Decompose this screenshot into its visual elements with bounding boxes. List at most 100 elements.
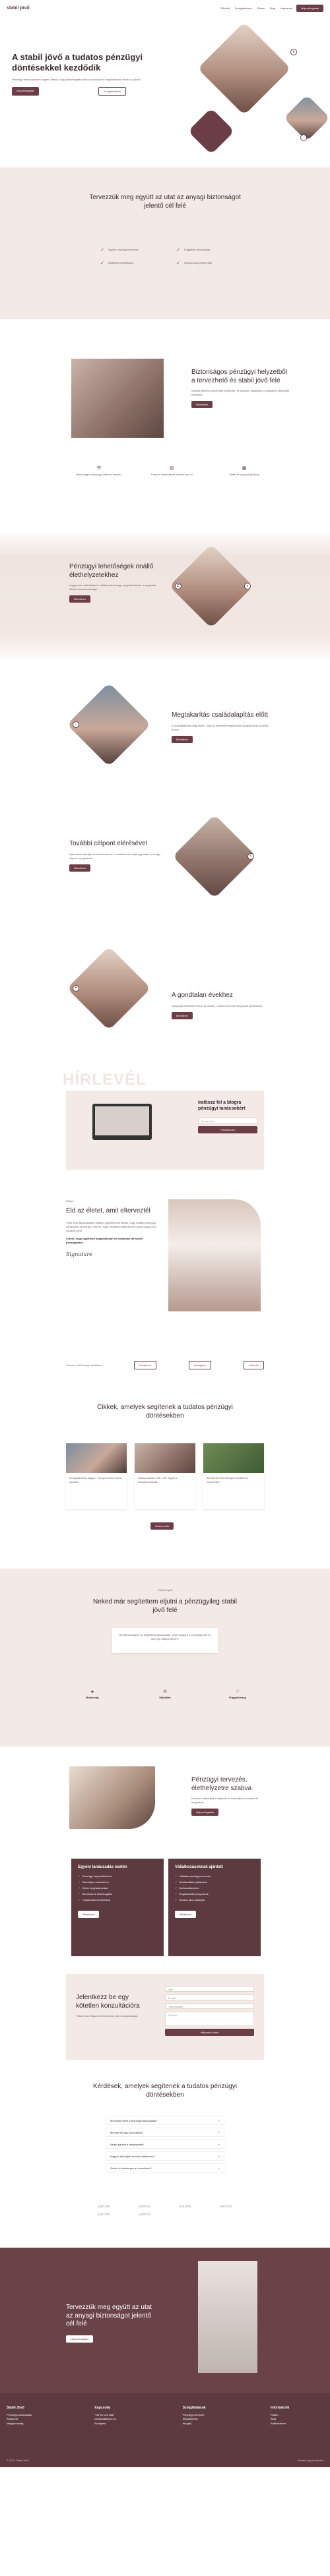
check-icon: ✓ [100, 261, 104, 266]
s3-text: A családalapítás nagy lépés – egy jól fe… [172, 723, 269, 731]
cta-button[interactable]: Időpontfoglalás [66, 2335, 94, 2343]
contact-text: Töltsd ki az űrlapot és felveszem veled … [76, 2014, 139, 2018]
footer-link[interactable]: Adatvédelem [271, 2422, 323, 2426]
social-link[interactable]: Facebook [134, 1361, 156, 1369]
about-bold-text: Célom, hogy ügyfeleim magabiztosan és tu… [66, 1236, 143, 1244]
check-icon: ✓ [100, 248, 104, 253]
service-card-individual: Egyéni tanácsadás esetén ✓ Pénzügyi helyz… [71, 1859, 164, 1956]
nav-links: Főoldal Szolgáltatások Rólam Blog Kapcso… [221, 7, 292, 10]
chart-icon: ▤ [169, 466, 174, 471]
faq-question: Hogyan készüljek az első találkozóra? [110, 2154, 155, 2158]
faq-item[interactable]: Kinek ajánlott a tanácsadás? + [106, 2140, 224, 2149]
check-icon: ✓ [175, 1898, 178, 1902]
services-section: Egyéni tanácsadás esetén ✓ Pénzügyi helyz… [0, 1845, 330, 1967]
navbar: stabil jövő Főoldal Szolgáltatások Rólam… [0, 0, 330, 16]
phone-field[interactable]: Telefonszám [165, 2003, 254, 2009]
about-title: Éld az életet, amit elterveztél [66, 1207, 150, 1214]
social-link[interactable]: LinkedIn [243, 1361, 264, 1369]
hero-photo-small [283, 94, 330, 142]
star-icon: ☆ [235, 1689, 240, 1694]
newsletter-submit-button[interactable]: Feliratkozom [198, 1125, 257, 1133]
heart-icon: ♥ [290, 49, 297, 55]
s2-button[interactable]: Bővebben [69, 595, 91, 603]
social-link[interactable]: Instagram [188, 1361, 211, 1369]
s1-button[interactable]: Bővebben [191, 401, 213, 408]
goals-section: További célpont elérésével Gyermekeid jö… [0, 797, 330, 929]
faq-item[interactable]: Mennyibe kerül a pénzügyi tanácsadás? + [106, 2116, 224, 2125]
contact-submit-button[interactable]: Időpontot kérek [165, 2029, 254, 2036]
balance-icon: ⚖ [162, 1689, 168, 1694]
partner-logo: partner [98, 2213, 111, 2217]
nav-link[interactable]: Főoldal [221, 7, 230, 10]
plan-button[interactable]: Időpontfoglalás [191, 1809, 219, 1816]
blog-card[interactable]: A megtakarítás alapjai – hogyan kezdj ho… [66, 1443, 127, 1509]
plus-icon: + [218, 2154, 220, 2158]
credit: Minden jog fenntartva [298, 2459, 323, 2462]
seniors-photo [67, 946, 151, 1031]
blog-all-button[interactable]: Összes cikk [150, 1522, 174, 1530]
name-field[interactable]: Név [165, 1986, 254, 1992]
cta-section: Tervezzük meg együtt az utat az anyagi b… [0, 2248, 330, 2393]
blog-image [203, 1443, 264, 1473]
service-item: Folyamatos elérhetőség [82, 1898, 111, 1902]
blog-text: Befektetési lehetőségek kezdőknek egysze… [207, 1476, 248, 1483]
nav-link[interactable]: Kapcsolat [280, 7, 292, 10]
plus-icon: + [218, 2130, 220, 2134]
s1-title: Biztonságos pénzügyi helyzetből a tervez… [191, 369, 288, 384]
hero-booking-button[interactable]: Időpontfoglalás [12, 87, 40, 96]
message-field[interactable]: Üzenet [165, 2012, 254, 2026]
shield-icon: ⛨ [97, 466, 101, 471]
newsletter-ghost-text: HÍRLEVÉL [63, 1071, 147, 1089]
logo[interactable]: stabil jövő [7, 6, 30, 11]
nav-cta-button[interactable]: Időpontfoglalás [296, 4, 323, 12]
check-icon: ✓ [176, 248, 180, 253]
signature: Signature [66, 1251, 93, 1257]
page: stabil jövő Főoldal Szolgáltatások Rólam… [0, 0, 330, 2467]
baby-icon: ☺ [73, 721, 79, 728]
newsletter-email-input[interactable]: E-mail cím [198, 1117, 257, 1123]
service-item: Vállalati pénzügyi tervezés [179, 1874, 211, 1878]
faq-section: Kérdések, amelyek segítenek a tudatos pé… [0, 2080, 330, 2248]
blog-card[interactable]: Befektetési lehetőségek kezdőknek egysze… [203, 1443, 264, 1509]
service-card-title: Vállalkozásoknak ajánlott [175, 1865, 223, 1869]
calendar-icon: ▦ [242, 466, 247, 471]
hero-services-button[interactable]: Szolgáltatások [98, 87, 127, 96]
email-field[interactable]: E-mail [165, 1994, 254, 2000]
blog-card[interactable]: Lakásvásárlás előtt: mire figyelj a fina… [135, 1443, 195, 1509]
couple-photo [71, 359, 164, 438]
s4-button[interactable]: Bővebben [69, 864, 91, 872]
s1-text: Segítek felmérni a jelenlegi helyzeted, … [191, 389, 290, 396]
service-item: Rendszeres felülvizsgálat [82, 1892, 112, 1896]
footer-link[interactable]: Nyugdíj [183, 2422, 255, 2426]
lock-icon: 🔒︎ [91, 1689, 94, 1694]
footer-line: Magyarország [7, 2421, 24, 2425]
nav-link[interactable]: Blog [270, 7, 275, 10]
testimonial-quote: Rendkívül alapos és segítőkész tanácsadá… [112, 1628, 218, 1653]
s5-button[interactable]: Bővebben [172, 1011, 193, 1019]
check-icon: ✓ [175, 1892, 178, 1896]
s3-button[interactable]: Bővebben [172, 735, 193, 743]
service-button[interactable]: Bővebben [78, 1911, 100, 1918]
faq-item[interactable]: Online is lehetséges a konzultáció? + [106, 2163, 224, 2172]
faq-question: Mennyibe kerül a pénzügyi tanácsadás? [110, 2118, 158, 2122]
s2-text: Legyen szó első lakásról, vállalkozásról… [69, 584, 156, 591]
faq-item[interactable]: Mennyi idő egy konzultáció? + [106, 2128, 224, 2137]
copyright: © 2024 Stabil Jövő [7, 2459, 29, 2462]
nav-link[interactable]: Rólam [257, 7, 265, 10]
check-icon: ✓ [78, 1886, 81, 1890]
stat-label: Függetlenség [228, 1696, 246, 1699]
footer: Stabil Jövő Pénzügyi tanácsadás Budapest Ma… [0, 2393, 330, 2467]
service-button[interactable]: Bővebben [175, 1911, 197, 1918]
s2-title: Pénzügyi lehetőségek önállő élethelyzete… [69, 563, 154, 579]
nav-link[interactable]: Szolgáltatások [235, 7, 252, 10]
partner-logo: partner [219, 2205, 232, 2209]
laptop-image [92, 1104, 152, 1140]
options-section: Pénzügyi lehetőségek önállő élethelyzete… [0, 530, 330, 662]
testimonial-section: Vélemények Neked már segítettem eljutni … [0, 1569, 330, 1747]
partner-logo: partner [179, 2205, 192, 2209]
blog-text: Lakásvásárlás előtt: mire figyelj a fina… [138, 1476, 177, 1483]
service-item: Kockázatkezelés [179, 1886, 199, 1890]
social-section: Kövess a közösségi médiában Facebook Ins… [0, 1351, 330, 1384]
plan-title: Pénzügyi tervezés, élethelyzetre szabva [191, 1776, 252, 1792]
faq-item[interactable]: Hogyan készüljek az első találkozóra? + [106, 2151, 224, 2161]
